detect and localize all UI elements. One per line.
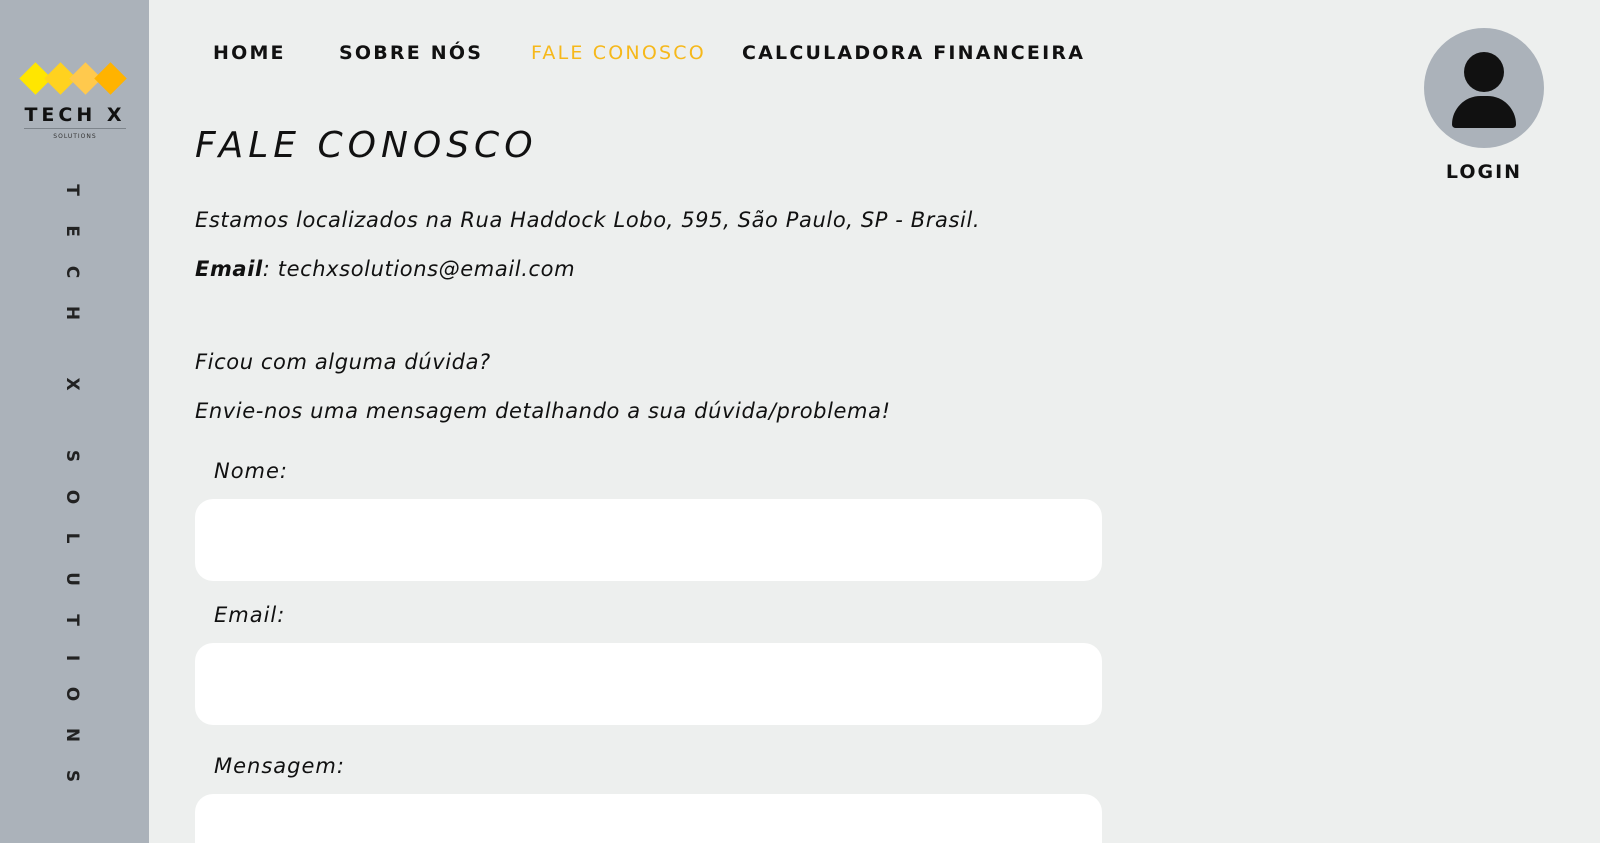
vertical-brand-letter: S [62,449,82,463]
nav-sobre-nos[interactable]: SOBRE NÓS [339,42,483,64]
nav-calculadora-financeira[interactable]: CALCULADORA FINANCEIRA [742,42,1085,64]
prompt-text: Envie-nos uma mensagem detalhando a sua … [195,399,891,423]
email-input[interactable] [195,643,1102,725]
vertical-brand-letter: O [62,489,82,505]
vertical-brand-letter: C [62,265,82,279]
message-textarea[interactable] [195,794,1102,843]
vertical-brand-letter: H [62,305,82,321]
contact-email-label: Email [195,257,263,281]
login-link[interactable]: LOGIN [1424,161,1544,183]
vertical-brand-letter: T [62,614,82,626]
vertical-brand-letter: I [62,654,82,662]
nav-fale-conosco[interactable]: FALE CONOSCO [531,42,706,64]
name-label: Nome: [214,459,289,483]
logo-divider [24,128,126,129]
page-title: FALE CONOSCO [195,125,538,166]
question-text: Ficou com alguma dúvida? [195,350,491,374]
address-text: Estamos localizados na Rua Haddock Lobo,… [195,208,981,232]
tech-x-logo[interactable]: TECH X SOLUTIONS [19,62,130,144]
user-avatar-icon-body [1452,96,1516,128]
vertical-brand-letter: N [62,727,82,743]
login-avatar-button[interactable] [1424,28,1544,148]
vertical-brand-letter: O [62,686,82,702]
user-avatar-icon [1464,52,1504,92]
logo-subtitle: SOLUTIONS [53,133,97,140]
email-label: Email: [214,603,286,627]
logo-diamonds-icon [19,62,130,98]
contact-email-text: Email: techxsolutions@email.com [195,257,575,281]
contact-email-value: : techxsolutions@email.com [262,257,576,281]
vertical-brand-letter: S [62,769,82,783]
vertical-brand-letter: T [62,184,82,196]
sidebar: TECH X SOLUTIONS T E C H X S O L U T I O… [0,0,149,843]
logo-title: TECH X [24,104,126,126]
vertical-brand-letter: L [62,532,82,544]
vertical-brand-letter: X [62,377,82,391]
vertical-brand-letter: U [62,572,82,586]
message-label: Mensagem: [214,754,345,778]
name-input[interactable] [195,499,1102,581]
vertical-brand-letter: E [62,225,82,237]
nav-home[interactable]: HOME [213,42,286,64]
